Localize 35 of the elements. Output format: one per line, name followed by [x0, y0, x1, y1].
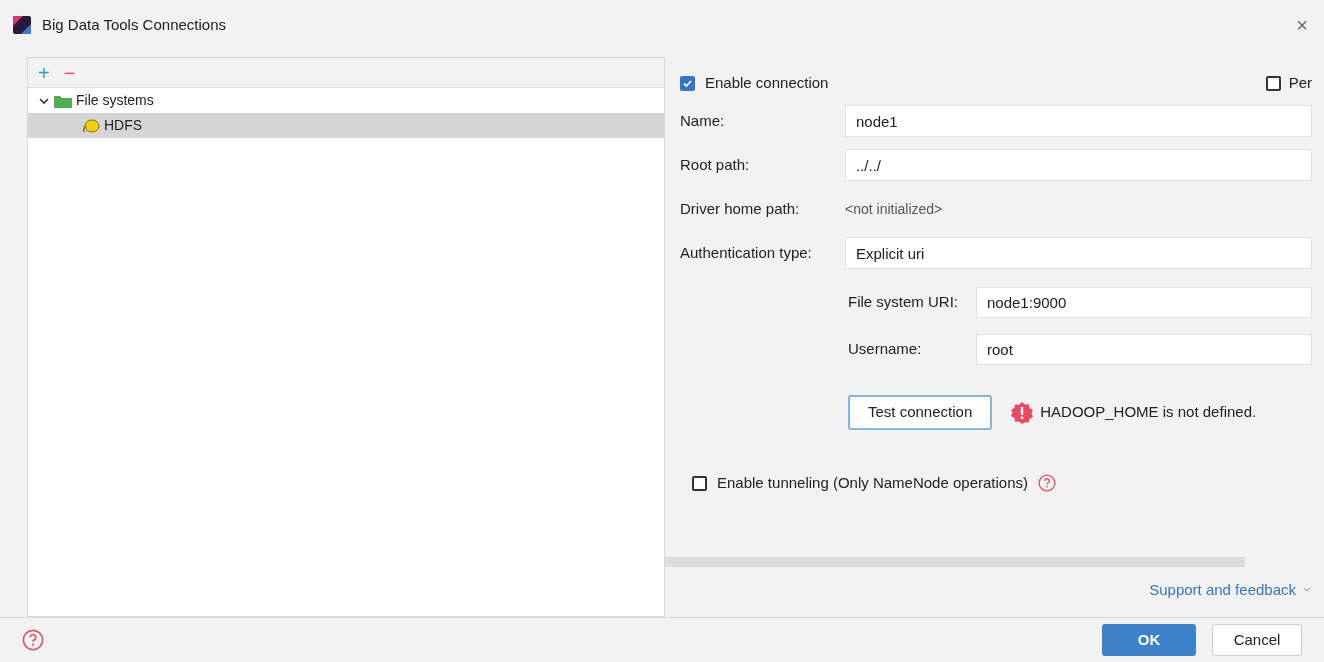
tree-item[interactable]: File systems	[28, 88, 664, 113]
window-title: Big Data Tools Connections	[42, 14, 226, 35]
tunneling-checkbox[interactable]	[692, 475, 707, 491]
test-connection-button[interactable]: Test connection	[848, 395, 993, 430]
error-message: HADOOP_HOME is not defined.	[1040, 402, 1257, 423]
tree-label: File systems	[76, 91, 154, 110]
checkbox-label: Enable connection	[705, 72, 829, 93]
close-button[interactable]: ×	[1292, 10, 1312, 40]
input-field[interactable]: node1:9000	[976, 287, 1312, 318]
checkbox-label: Enable tunneling (Only NameNode operations)	[717, 473, 1028, 493]
ok-button[interactable]: OK	[1102, 624, 1196, 656]
scrollbar[interactable]	[665, 556, 1245, 567]
tree-item[interactable]: HDFS	[28, 113, 664, 138]
field-value: <not initialized>	[845, 199, 943, 219]
checkbox-label: Per	[1288, 72, 1312, 93]
help-icon[interactable]	[1038, 474, 1056, 493]
cancel-button[interactable]: Cancel	[1212, 624, 1302, 656]
tree-label: HDFS	[104, 116, 143, 135]
input-field[interactable]: Explicit uri	[845, 237, 1312, 269]
enable-checkbox[interactable]	[680, 75, 695, 91]
folder-icon	[54, 93, 72, 108]
app-logo-icon	[12, 15, 32, 35]
checkbox[interactable]	[1265, 75, 1281, 91]
field-label: Driver home path:	[680, 198, 801, 219]
input-field[interactable]: ../../	[845, 149, 1312, 181]
field-label: Name:	[680, 110, 726, 131]
input-field[interactable]: root	[976, 334, 1312, 365]
error-icon	[1010, 400, 1035, 425]
support-link[interactable]: Support and feedback	[1149, 578, 1296, 601]
field-label: File system URI:	[848, 292, 959, 313]
field-label: Authentication type:	[680, 242, 813, 263]
input-field[interactable]: node1	[845, 105, 1312, 137]
field-label: Username:	[848, 339, 923, 360]
help-icon[interactable]	[22, 629, 44, 651]
field-label: Root path:	[680, 154, 751, 175]
